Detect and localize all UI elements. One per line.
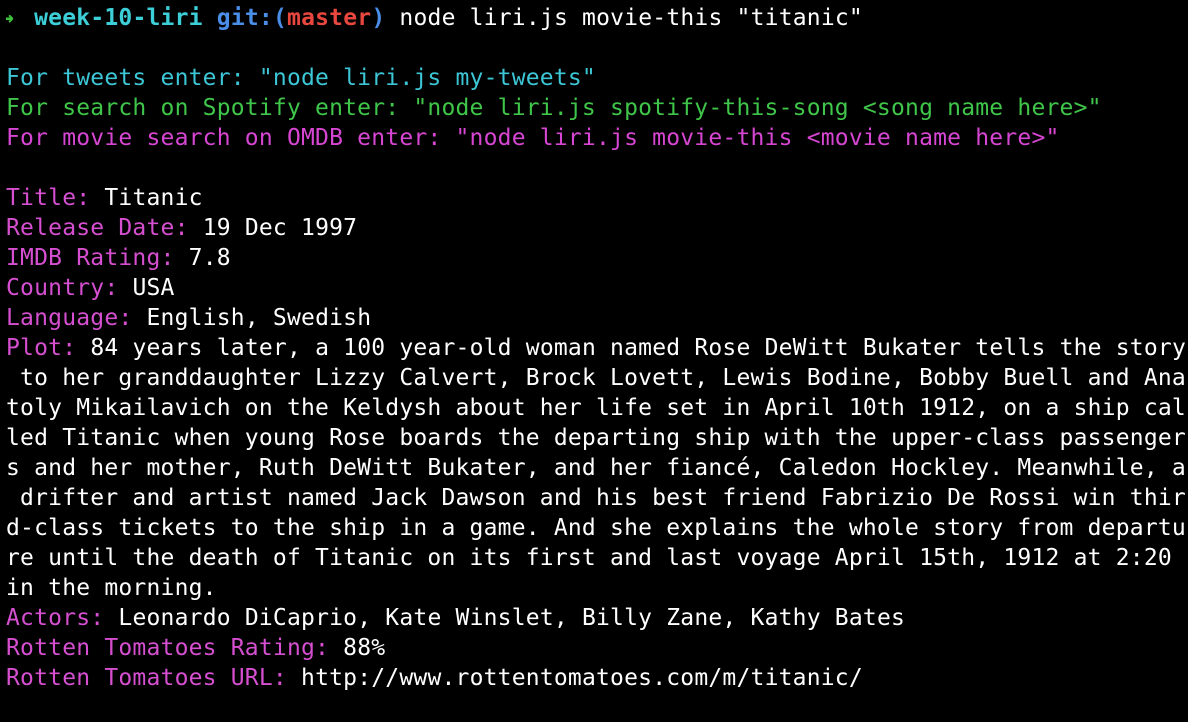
tweets-instruction: For tweets enter: "node liri.js my-tweet…	[6, 65, 596, 91]
plot-line: 84 years later, a 100 year-old woman nam…	[90, 335, 1186, 361]
plot-line: re until the death of Titanic on its fir…	[6, 545, 1172, 571]
git-prefix: git:(	[216, 5, 288, 31]
actors-row: Actors: Leonardo DiCaprio, Kate Winslet,…	[6, 603, 1188, 633]
language-value: English, Swedish	[146, 305, 372, 331]
language-label: Language:	[6, 305, 133, 331]
release-label: Release Date:	[6, 215, 189, 241]
git-branch: master	[287, 5, 372, 31]
plot-row: Plot: 84 years later, a 100 year-old wom…	[6, 333, 1188, 363]
plot-line: in the morning.	[6, 575, 217, 601]
plot-label: Plot:	[6, 335, 77, 361]
title-row: Title: Titanic	[6, 183, 1188, 213]
plot-line: led Titanic when young Rose boards the d…	[6, 425, 1186, 451]
rt-rating-row: Rotten Tomatoes Rating: 88%	[6, 633, 1188, 663]
plot-line: d-class tickets to the ship in a game. A…	[6, 515, 1186, 541]
actors-value: Leonardo DiCaprio, Kate Winslet, Billy Z…	[118, 605, 906, 631]
language-row: Language: English, Swedish	[6, 303, 1188, 333]
movie-instruction: For movie search on OMDB enter: "node li…	[6, 125, 1060, 151]
plot-line: s and her mother, Ruth DeWitt Bukater, a…	[6, 455, 1186, 481]
git-suffix: )	[371, 5, 386, 31]
release-value: 19 Dec 1997	[202, 215, 358, 241]
prompt-arrow-icon: →	[6, 5, 15, 31]
spotify-instruction: For search on Spotify enter: "node liri.…	[6, 95, 1102, 121]
title-label: Title:	[6, 185, 91, 211]
terminal-window[interactable]: → week-10-liri git:(master) node liri.js…	[0, 3, 1188, 693]
country-value: USA	[132, 275, 175, 301]
imdb-row: IMDB Rating: 7.8	[6, 243, 1188, 273]
actors-label: Actors:	[6, 605, 105, 631]
rt-rating-label: Rotten Tomatoes Rating:	[6, 635, 330, 661]
plot-line: to her granddaughter Lizzy Calvert, Broc…	[6, 365, 1186, 391]
prompt-line: → week-10-liri git:(master) node liri.js…	[6, 3, 1188, 33]
prompt-directory: week-10-liri	[34, 5, 203, 31]
plot-line: drifter and artist named Jack Dawson and…	[6, 485, 1186, 511]
country-row: Country: USA	[6, 273, 1188, 303]
rt-url-row: Rotten Tomatoes URL: http://www.rottento…	[6, 663, 1188, 693]
title-value: Titanic	[104, 185, 203, 211]
rt-rating-value: 88%	[343, 635, 386, 661]
imdb-value: 7.8	[188, 245, 231, 271]
rt-url-label: Rotten Tomatoes URL:	[6, 665, 287, 691]
plot-line: toly Mikailavich on the Keldysh about he…	[6, 395, 1186, 421]
typed-command: node liri.js movie-this "titanic"	[385, 5, 863, 31]
release-row: Release Date: 19 Dec 1997	[6, 213, 1188, 243]
rt-url-link[interactable]: http://www.rottentomatoes.com/m/titanic/	[301, 665, 863, 691]
imdb-label: IMDB Rating:	[6, 245, 175, 271]
country-label: Country:	[6, 275, 119, 301]
